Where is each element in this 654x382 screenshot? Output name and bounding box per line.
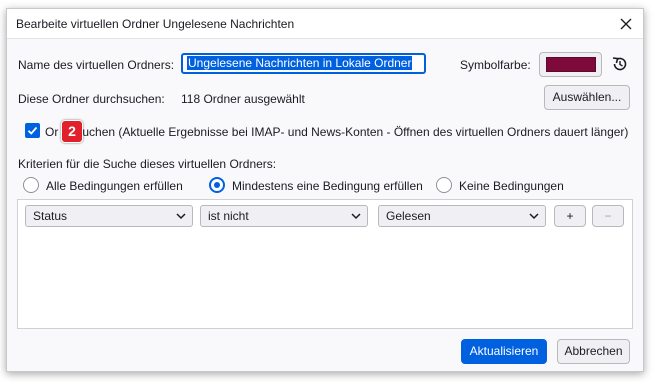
checkmark-icon [27,126,38,135]
search-folders-value: 118 Ordner ausgewählt [181,92,305,106]
criteria-heading: Kriterien für die Suche dieses virtuelle… [18,157,277,171]
icon-color-swatch [546,57,596,72]
online-search-label-start: Or [45,125,59,139]
close-button[interactable] [615,13,637,35]
rule-field-select[interactable]: Status [25,205,193,227]
close-icon [620,18,632,30]
rule-operator-value: ist nicht [208,209,249,223]
radio-all-conditions[interactable] [23,177,39,193]
choose-folders-button[interactable]: Auswählen... [544,85,630,110]
edit-virtual-folder-dialog: Bearbeite virtuellen Ordner Ungelesene N… [6,8,644,372]
folder-name-input[interactable]: Ungelesene Nachrichten in Lokale Ordner [181,53,426,74]
chevron-down-icon [351,213,361,220]
icon-color-label: Symbolfarbe: [460,58,531,72]
criteria-list: Status ist nicht Gelesen + − [17,199,633,329]
step-badge: 2 [61,120,83,143]
chevron-down-icon [176,213,186,220]
rule-value-select[interactable]: Gelesen [378,205,546,227]
reset-color-icon[interactable] [610,54,630,74]
online-search-label: Or suchen (Aktuelle Ergebnisse bei IMAP- … [45,125,628,139]
radio-no-conditions-label: Keine Bedingungen [459,179,564,193]
rule-operator-select[interactable]: ist nicht [200,205,368,227]
online-search-checkbox[interactable] [25,123,40,138]
radio-any-condition[interactable] [209,177,225,193]
rule-value-value: Gelesen [386,209,431,223]
online-search-label-rest: suchen (Aktuelle Ergebnisse bei IMAP- un… [76,125,629,139]
chevron-down-icon [529,213,539,220]
update-button[interactable]: Aktualisieren [461,339,547,364]
remove-rule-button[interactable]: − [592,205,624,227]
radio-all-conditions-label: Alle Bedingungen erfüllen [46,179,183,193]
search-folders-label: Diese Ordner durchsuchen: [18,92,165,106]
folder-name-label: Name des virtuellen Ordners: [18,58,175,72]
cancel-button[interactable]: Abbrechen [557,339,630,364]
folder-name-value: Ungelesene Nachrichten in Lokale Ordner [187,56,413,70]
dialog-title: Bearbeite virtuellen Ordner Ungelesene N… [16,17,295,31]
icon-color-picker[interactable] [539,52,602,77]
radio-any-condition-label: Mindestens eine Bedingung erfüllen [232,179,423,193]
add-rule-button[interactable]: + [554,205,586,227]
rule-field-value: Status [33,209,68,223]
titlebar: Bearbeite virtuellen Ordner Ungelesene N… [7,9,643,39]
radio-no-conditions[interactable] [436,177,452,193]
